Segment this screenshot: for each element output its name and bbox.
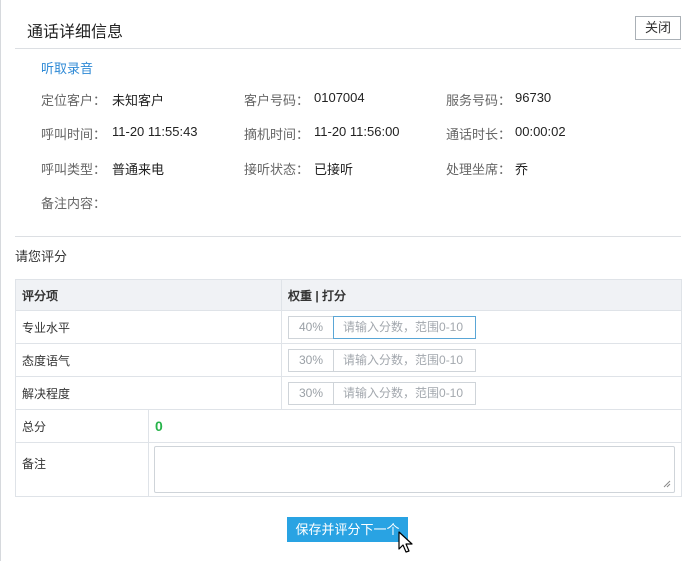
rating-score-cell: 40%	[281, 310, 683, 344]
rating-item-label: 解决程度	[14, 376, 283, 410]
listen-recording-link[interactable]: 听取录音	[41, 58, 93, 77]
answer-status-label: 接听状态：	[244, 162, 310, 177]
answer-status-value: 已接听	[314, 162, 354, 177]
customer-number-label: 客户号码：	[244, 93, 310, 108]
resize-grip-icon[interactable]	[663, 480, 671, 488]
pickup-time-value: 11-20 11:56:00	[314, 124, 400, 139]
pickup-time-label: 摘机时间：	[244, 127, 310, 142]
weight-badge: 30%	[288, 348, 335, 372]
total-cell: 0	[147, 409, 683, 443]
rating-table-header-row: 评分项 权重 | 打分	[14, 279, 683, 311]
call-detail-dialog: 通话详细信息 关闭 听取录音 定位客户： 未知客户 客户号码： 0107004 …	[0, 0, 688, 561]
duration-label: 通话时长：	[446, 127, 512, 142]
remark-cell	[147, 442, 683, 497]
rating-score-cell: 30%	[281, 376, 683, 410]
rating-row-remark: 备注	[15, 442, 683, 497]
service-number-label: 服务号码：	[446, 93, 512, 108]
score-input-attitude[interactable]	[333, 348, 477, 372]
call-time-value: 11-20 11:55:43	[112, 124, 198, 139]
rating-row-professional: 专业水平 40%	[14, 310, 683, 344]
call-type-value: 普通来电	[112, 162, 165, 177]
customer-number-value: 0107004	[314, 90, 365, 105]
mouse-pointer-icon	[398, 531, 413, 553]
call-type-label: 呼叫类型：	[41, 162, 107, 177]
rating-section-title: 请您评分	[15, 249, 68, 264]
service-number-value: 96730	[515, 90, 552, 105]
rating-item-label: 专业水平	[14, 310, 283, 344]
close-button[interactable]: 关闭	[635, 16, 681, 40]
col-header-weight-score: 权重 | 打分	[281, 279, 683, 311]
remark-textarea[interactable]	[154, 446, 675, 493]
rating-row-resolution: 解决程度 30%	[14, 376, 683, 410]
dialog-title: 通话详细信息	[27, 24, 124, 41]
score-input-professional[interactable]	[333, 315, 477, 339]
duration-value: 00:00:02	[515, 124, 566, 139]
remark-content-label: 备注内容：	[41, 196, 107, 211]
weight-badge: 40%	[288, 315, 335, 339]
rating-row-total: 总分 0	[15, 409, 683, 443]
locate-customer-value: 未知客户	[112, 93, 165, 108]
weight-badge: 30%	[288, 381, 335, 405]
total-score-value: 0	[155, 418, 163, 434]
rating-table: 评分项 权重 | 打分 专业水平 40% 态度语气 30% 解决程度 30% 总…	[14, 279, 683, 497]
total-label: 总分	[15, 409, 149, 443]
rating-item-label: 态度语气	[14, 343, 283, 377]
rating-score-cell: 30%	[281, 343, 683, 377]
remark-label: 备注	[15, 442, 149, 497]
locate-customer-label: 定位客户：	[41, 93, 107, 108]
call-time-label: 呼叫时间：	[41, 127, 107, 142]
col-header-item: 评分项	[14, 279, 283, 311]
dialog-header: 通话详细信息 关闭	[15, 4, 681, 49]
agent-label: 处理坐席：	[446, 162, 512, 177]
agent-value: 乔	[515, 162, 529, 177]
score-input-resolution[interactable]	[333, 381, 477, 405]
section-divider	[15, 236, 681, 237]
rating-row-attitude: 态度语气 30%	[14, 343, 683, 377]
save-and-next-button[interactable]: 保存并评分下一个	[287, 517, 408, 542]
